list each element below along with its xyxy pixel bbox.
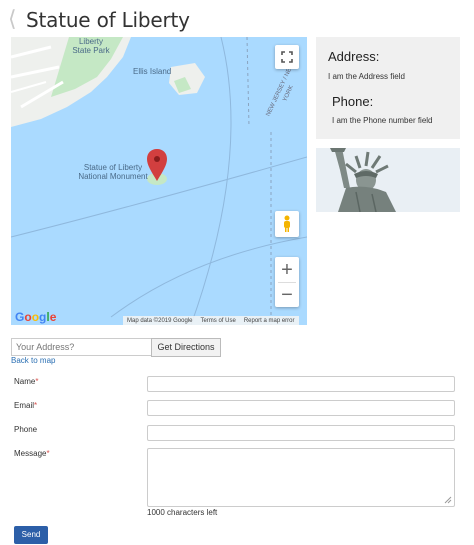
pegman-icon (284, 215, 290, 232)
zoom-out-button[interactable]: − (275, 283, 299, 307)
terms-link[interactable]: Terms of Use (200, 316, 235, 325)
map-label-statue: Statue of Liberty National Monument (78, 163, 148, 181)
back-to-map-link[interactable]: Back to map (11, 356, 55, 365)
page-title: Statue of Liberty (26, 8, 190, 32)
name-label: Name* (14, 377, 38, 386)
map-data-attribution: Map data ©2019 Google (127, 318, 193, 324)
page-header: ⟨ Statue of Liberty (0, 0, 474, 40)
map-footer: Map data ©2019 Google Terms of Use Repor… (123, 316, 299, 325)
get-directions-button[interactable]: Get Directions (151, 338, 221, 357)
resize-handle-icon[interactable] (444, 496, 452, 504)
chevron-left-icon[interactable]: ⟨ (8, 8, 17, 30)
map-label-ellis-island: Ellis Island (133, 67, 172, 76)
required-mark: * (35, 377, 39, 386)
required-mark: * (34, 401, 38, 410)
name-label-text: Name (14, 377, 36, 386)
fullscreen-button[interactable] (275, 45, 299, 69)
message-label: Message* (14, 449, 50, 458)
zoom-controls: + − (275, 257, 299, 307)
email-field[interactable] (147, 400, 455, 416)
email-label: Email* (14, 401, 37, 410)
contact-info-box: Address: I am the Address field Phone: I… (316, 37, 460, 139)
statue-image (316, 148, 460, 212)
message-label-text: Message (14, 449, 47, 458)
message-textarea[interactable] (147, 448, 455, 507)
phone-heading: Phone: (332, 94, 374, 109)
map-canvas[interactable] (11, 37, 307, 325)
statue-of-liberty-illustration (316, 148, 460, 212)
address-text: I am the Address field (328, 72, 405, 81)
phone-field[interactable] (147, 425, 455, 441)
map[interactable]: Liberty State Park Ellis Island NEW JERS… (11, 37, 307, 325)
required-mark: * (46, 449, 50, 458)
zoom-in-button[interactable]: + (275, 258, 299, 282)
name-field[interactable] (147, 376, 455, 392)
map-label-liberty-state-park: Liberty State Park (72, 37, 110, 55)
street-view-button[interactable] (275, 211, 299, 237)
address-input[interactable] (11, 338, 157, 356)
google-logo[interactable]: Google (15, 310, 56, 324)
send-button[interactable]: Send (14, 526, 48, 544)
phone-text: I am the Phone number field (332, 116, 433, 125)
address-heading: Address: (328, 49, 380, 64)
characters-left-counter: 1000 characters left (147, 508, 218, 517)
phone-label: Phone (14, 425, 38, 434)
report-error-link[interactable]: Report a map error (244, 316, 295, 325)
email-label-text: Email (14, 401, 35, 410)
fullscreen-icon (281, 51, 293, 63)
